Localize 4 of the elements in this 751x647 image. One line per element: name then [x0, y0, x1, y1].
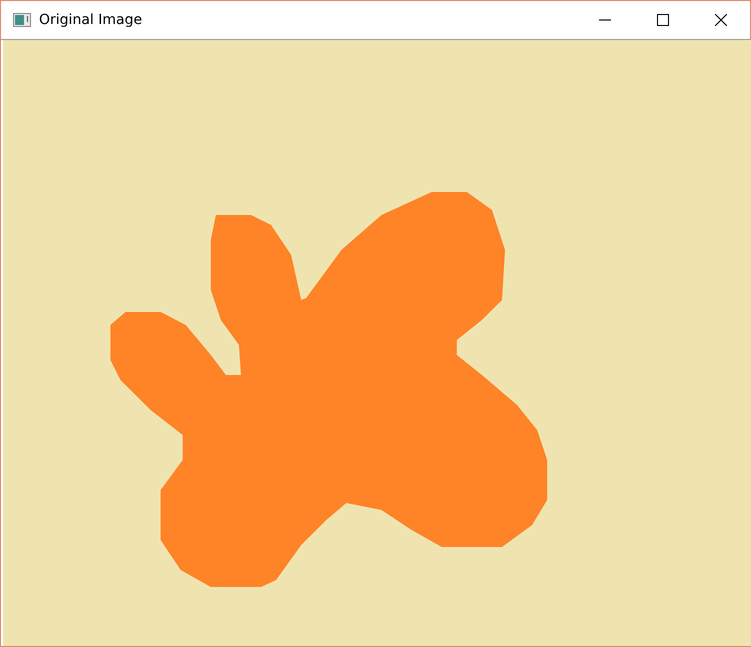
close-icon [715, 14, 727, 26]
window-title: Original Image [39, 12, 144, 28]
app-icon [13, 13, 31, 27]
maximize-icon [657, 14, 669, 26]
